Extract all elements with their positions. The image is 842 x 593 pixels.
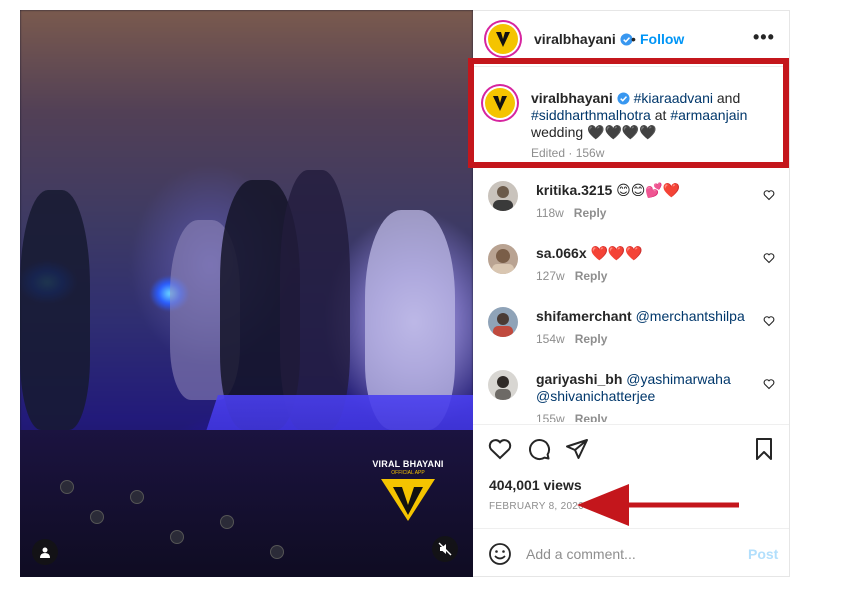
list-item: sa.066x ❤️❤️❤️ 127w Reply — [473, 234, 789, 297]
bookmark-icon[interactable] — [753, 437, 775, 461]
comment-input[interactable]: Add a comment... — [526, 546, 636, 562]
list-item: shifamerchant @merchantshilpa 154w Reply — [473, 297, 789, 360]
comment-age: 127w — [536, 269, 565, 283]
reply-button[interactable]: Reply — [575, 332, 608, 346]
brand-v-icon — [493, 96, 507, 111]
heart-icon[interactable] — [763, 315, 775, 327]
hashtag-link[interactable]: #kiaraadvani — [634, 90, 713, 106]
video-figure — [20, 190, 90, 430]
heart-icon[interactable] — [763, 252, 775, 264]
video-figure — [280, 170, 350, 430]
comments-list[interactable]: kritika.3215 😊😊💕❤️ 118w Reply sa.066x ❤️❤… — [473, 171, 789, 422]
post-date[interactable]: FEBRUARY 8, 2020 — [489, 501, 584, 512]
comment-username[interactable]: sa.066x — [536, 245, 587, 261]
list-item: kritika.3215 😊😊💕❤️ 118w Reply — [473, 171, 789, 234]
follow-button[interactable]: Follow — [640, 31, 684, 47]
more-options-button[interactable]: ••• — [753, 27, 775, 48]
separator-dot: • — [631, 31, 636, 47]
comment-age: 154w — [536, 332, 565, 346]
caption-hearts: 🖤🖤🖤🖤 — [587, 124, 657, 140]
post-username[interactable]: viralbhayani — [534, 31, 633, 47]
reply-button[interactable]: Reply — [575, 269, 608, 283]
avatar[interactable] — [488, 370, 518, 400]
emoji-icon[interactable] — [488, 542, 512, 566]
mute-button[interactable] — [432, 536, 458, 562]
caption-username[interactable]: viralbhayani — [531, 90, 613, 106]
comment-age: 155w — [536, 412, 565, 422]
watermark-brand-name: VIRAL BHAYANI — [372, 459, 444, 469]
comment-username[interactable]: gariyashi_bh — [536, 371, 622, 387]
heart-icon[interactable] — [763, 378, 775, 390]
like-heart-icon[interactable] — [488, 437, 512, 461]
user-icon — [40, 547, 50, 558]
hashtag-link[interactable]: #siddharthmalhotra — [531, 107, 651, 123]
caption-highlight: viralbhayani #kiaraadvani and #siddharth… — [468, 58, 789, 168]
reply-button[interactable]: Reply — [574, 206, 607, 220]
watermark-logo: VIRAL BHAYANI OFFICIAL APP — [372, 459, 444, 531]
mention-link[interactable]: @merchantshilpa — [636, 308, 745, 324]
mention-link[interactable]: @yashimarwaha — [626, 371, 730, 387]
muted-speaker-icon — [438, 542, 452, 556]
avatar[interactable] — [488, 24, 518, 54]
comment-text: 😊😊💕❤️ — [612, 182, 681, 198]
brand-v-icon — [496, 32, 510, 47]
share-paper-plane-icon[interactable] — [565, 437, 589, 461]
avatar[interactable] — [488, 181, 518, 211]
post-comment-button[interactable]: Post — [748, 546, 778, 562]
comment-text: ❤️❤️❤️ — [586, 245, 643, 261]
tagged-users-button[interactable] — [32, 539, 58, 565]
brand-v-icon — [381, 479, 435, 521]
caption-meta: Edited · 156w — [531, 146, 605, 160]
comment-age: 118w — [536, 206, 564, 220]
hashtag-link[interactable]: #armaanjain — [670, 107, 747, 123]
avatar[interactable] — [488, 244, 518, 274]
heart-icon[interactable] — [763, 189, 775, 201]
add-comment-bar: Add a comment... Post — [473, 528, 789, 578]
reply-button[interactable]: Reply — [575, 412, 608, 422]
avatar[interactable] — [488, 307, 518, 337]
comment-username[interactable]: kritika.3215 — [536, 182, 612, 198]
watermark-brand-subtitle: OFFICIAL APP — [391, 470, 425, 476]
annotation-arrow-icon — [577, 484, 739, 526]
avatar[interactable] — [485, 88, 515, 118]
mention-link[interactable]: @shivanichatterjee — [536, 388, 655, 404]
video-player[interactable]: VIRAL BHAYANI OFFICIAL APP — [20, 10, 473, 577]
list-item: gariyashi_bh @yashimarwaha @shivanichatte… — [473, 360, 789, 422]
verified-badge-icon — [617, 92, 630, 105]
comment-bubble-icon[interactable] — [527, 437, 551, 461]
comment-username[interactable]: shifamerchant — [536, 308, 632, 324]
views-count: 404,001 views — [489, 477, 582, 493]
caption-text: viralbhayani #kiaraadvani and #siddharth… — [531, 90, 748, 140]
